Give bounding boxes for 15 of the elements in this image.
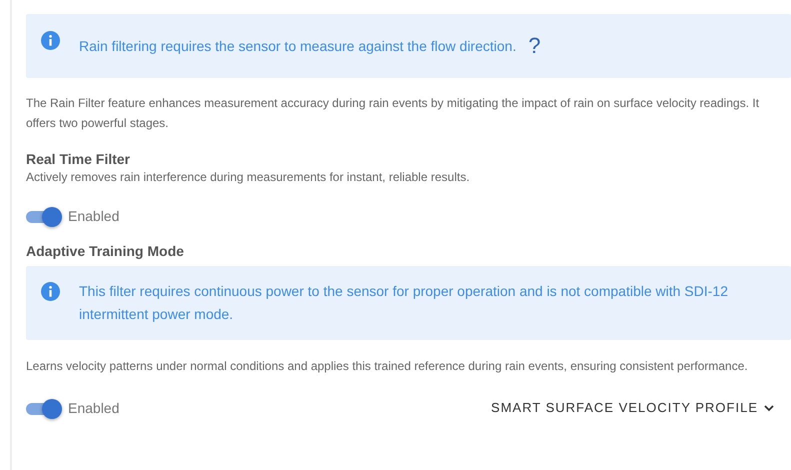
section-title: Adaptive Training Mode — [26, 242, 185, 261]
info-message: This filter requires continuous power to the sensor for proper operation and is not compatible with SDI-12 intermittent power mode. — [79, 282, 730, 324]
section-title: Real Time Filter — [26, 150, 132, 169]
info-message: Rain filtering requires the sensor to measure against the flow direction. — [79, 36, 516, 56]
description-text: Actively removes rain interference during measurements for instant, reliable results. — [26, 169, 471, 185]
toggle-switch[interactable] — [26, 398, 62, 416]
info-icon — [41, 282, 60, 301]
info-icon — [41, 30, 60, 50]
description-text: The Rain Filter feature enhances measurement accuracy during rain events by mitigating the impact of rain on surface velocity readings. It offers two powerful stages. — [26, 95, 760, 132]
description-text: Learns velocity patterns under normal conditions and applies this trained reference during rain events, ensuring consistent performance. — [26, 358, 749, 375]
help-icon[interactable]: ? — [528, 33, 541, 59]
profile-dropdown-button[interactable]: SMART SURFACE VELOCITY PROFILE — [483, 396, 775, 419]
toggle-switch[interactable] — [26, 207, 62, 225]
toggle-label: Enabled — [68, 400, 120, 416]
toggle-label: Enabled — [68, 208, 120, 224]
